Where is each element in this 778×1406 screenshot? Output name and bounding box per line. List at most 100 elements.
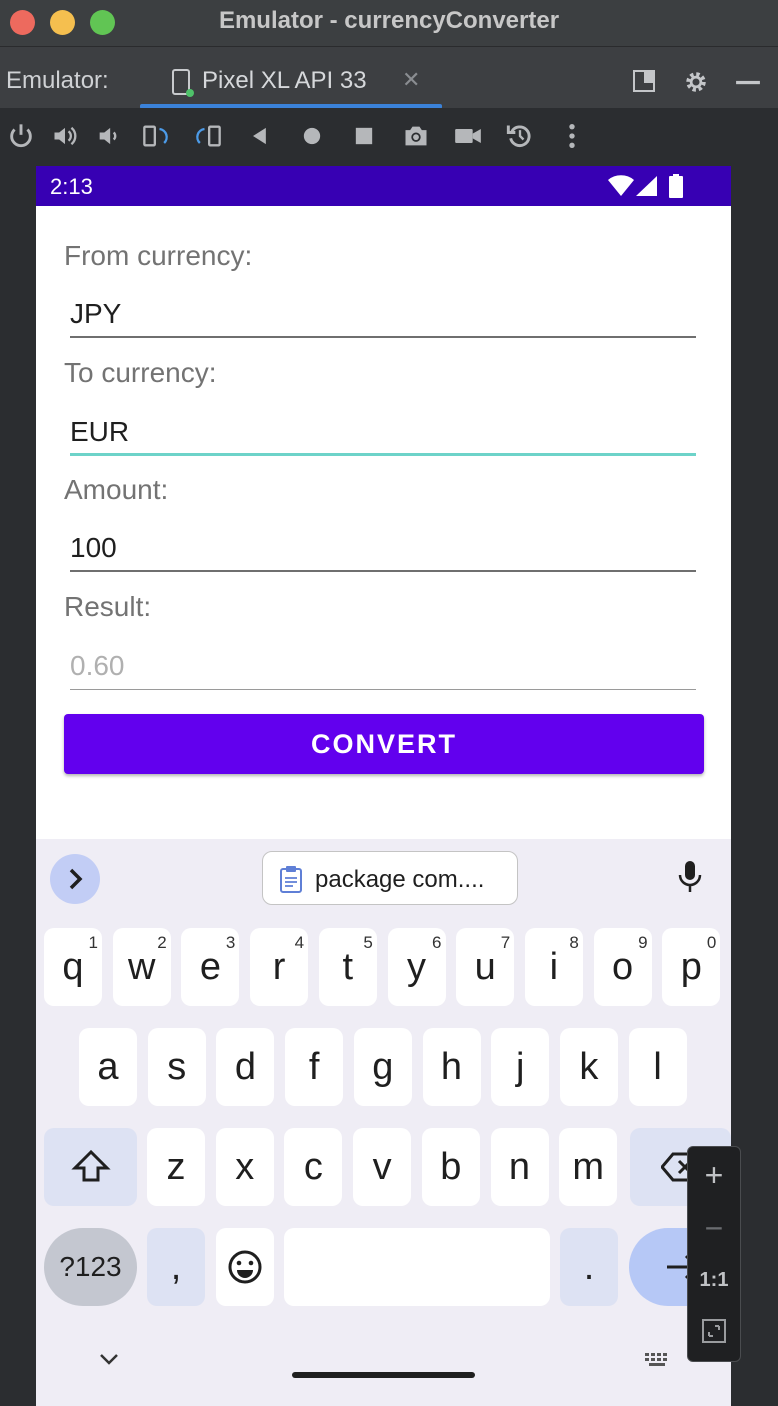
key-label: r (272, 946, 286, 988)
key-p[interactable]: p0 (662, 928, 721, 1006)
key-label: k (579, 1046, 599, 1088)
result-label: Result: (64, 591, 152, 622)
key-e[interactable]: e3 (181, 928, 240, 1006)
key-z[interactable]: z (147, 1128, 205, 1206)
zoom-in-button[interactable]: + (688, 1157, 740, 1194)
to-currency-underline (70, 453, 696, 456)
key-label: f (308, 1046, 320, 1088)
key-label: v (372, 1146, 392, 1188)
key-label: l (653, 1046, 662, 1088)
key-label: t (342, 946, 354, 988)
back-icon[interactable] (246, 122, 274, 150)
android-status-bar: 2:13 (36, 166, 731, 206)
key-hint: 3 (225, 933, 236, 952)
chevron-right-icon (69, 868, 83, 890)
overview-icon[interactable] (350, 122, 378, 150)
result-field[interactable]: 0.60 (70, 642, 696, 690)
key-label: x (235, 1146, 255, 1188)
key-c[interactable]: c (284, 1128, 343, 1206)
key-t[interactable]: t5 (318, 928, 377, 1006)
key-s[interactable]: s (147, 1028, 206, 1106)
to-currency-field[interactable]: EUR (70, 408, 696, 456)
key-g[interactable]: g (353, 1028, 412, 1106)
key-r[interactable]: r4 (250, 928, 309, 1006)
rotate-left-icon[interactable] (142, 122, 170, 150)
key-label: w (127, 946, 156, 988)
key-j[interactable]: j (491, 1028, 550, 1106)
key-hint: 1 (88, 933, 98, 952)
clipboard-icon (280, 866, 302, 893)
key-hint: 5 (363, 933, 373, 952)
key-b[interactable]: b (421, 1128, 480, 1206)
result-underline (70, 689, 696, 690)
key-v[interactable]: v (353, 1128, 412, 1206)
gesture-navigation-bar[interactable] (292, 1372, 475, 1378)
key-o[interactable]: o9 (593, 928, 652, 1006)
key-a[interactable]: a (79, 1028, 137, 1106)
shift-icon (70, 1149, 111, 1182)
amount-label: Amount: (64, 474, 169, 505)
key-label: z (166, 1146, 186, 1188)
status-time: 2:13 (50, 174, 93, 199)
volume-up-icon[interactable] (51, 122, 79, 150)
key-f[interactable]: f (285, 1028, 344, 1106)
symbols-key[interactable]: ?123 (44, 1228, 137, 1306)
cell-signal-icon (636, 176, 657, 196)
from-currency-field[interactable]: JPY (70, 290, 696, 338)
rotate-right-icon[interactable] (194, 122, 222, 150)
key-u[interactable]: u7 (456, 928, 515, 1006)
key-label: s (167, 1046, 187, 1088)
power-icon[interactable] (7, 122, 35, 150)
tab-close-icon[interactable]: ✕ (402, 67, 420, 93)
emoji-icon (228, 1250, 262, 1284)
hide-keyboard-icon[interactable] (99, 1352, 119, 1366)
key-d[interactable]: d (216, 1028, 275, 1106)
amount-field[interactable]: 100 (70, 524, 696, 572)
comma-key[interactable]: , (147, 1228, 205, 1306)
key-hint: 9 (638, 933, 648, 952)
key-hint: 4 (294, 933, 305, 952)
key-k[interactable]: k (559, 1028, 618, 1106)
wifi-icon (608, 175, 634, 196)
screen-record-icon[interactable] (454, 122, 482, 150)
fit-screen-icon[interactable] (702, 1319, 726, 1343)
key-h[interactable]: h (422, 1028, 481, 1106)
keyboard-switch-icon[interactable] (644, 1352, 672, 1368)
convert-button[interactable]: CONVERT (64, 714, 704, 774)
expand-suggestions-button[interactable] (50, 854, 100, 904)
volume-down-icon[interactable] (95, 122, 123, 150)
key-i[interactable]: i8 (524, 928, 583, 1006)
key-label: u (474, 946, 496, 988)
key-hint: 8 (569, 933, 579, 952)
more-icon[interactable] (558, 122, 586, 150)
shift-key[interactable] (44, 1128, 137, 1206)
key-l[interactable]: l (628, 1028, 687, 1106)
zoom-out-button[interactable]: − (688, 1210, 740, 1247)
space-key[interactable] (284, 1228, 550, 1306)
tab-pixel-xl[interactable]: Pixel XL API 33 ✕ (140, 47, 442, 109)
minimize-panel-icon[interactable] (735, 69, 761, 95)
soft-keyboard: package com.... q1w2e3r4t5y6u7i8o9p0 asd… (36, 839, 731, 1406)
clipboard-suggestion-chip[interactable]: package com.... (262, 851, 518, 905)
key-y[interactable]: y6 (387, 928, 446, 1006)
zoom-actual-size-button[interactable]: 1:1 (688, 1269, 740, 1292)
key-label: c (303, 1146, 323, 1188)
key-w[interactable]: w2 (112, 928, 171, 1006)
emoji-key[interactable] (216, 1228, 274, 1306)
snapshot-icon[interactable] (506, 122, 534, 150)
period-key[interactable]: . (560, 1228, 618, 1306)
key-q[interactable]: q1 (44, 928, 102, 1006)
microphone-icon[interactable] (677, 860, 703, 894)
zoom-panel: + − 1:1 (687, 1146, 741, 1362)
key-label: o (612, 946, 634, 988)
home-icon[interactable] (298, 122, 326, 150)
window-title: Emulator - currencyConverter (218, 7, 560, 34)
screenshot-icon[interactable] (402, 122, 430, 150)
key-m[interactable]: m (559, 1128, 618, 1206)
key-x[interactable]: x (215, 1128, 274, 1206)
key-n[interactable]: n (490, 1128, 549, 1206)
layout-icon[interactable] (632, 69, 656, 93)
result-placeholder: 0.60 (70, 650, 125, 681)
key-label: a (97, 1046, 119, 1088)
gear-icon[interactable] (683, 69, 709, 95)
